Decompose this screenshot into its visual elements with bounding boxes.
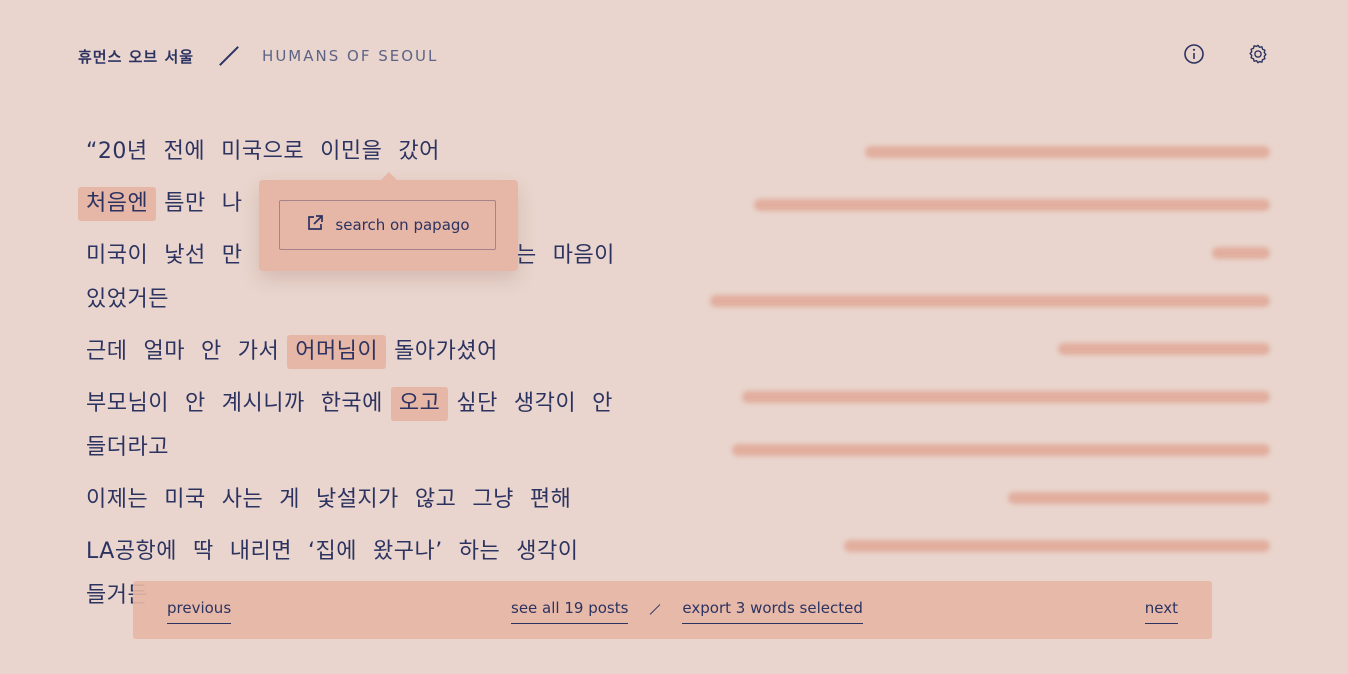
word[interactable]: 전에	[156, 135, 213, 169]
word[interactable]: 사는	[214, 483, 271, 517]
word[interactable]: 얼마	[135, 335, 192, 369]
word[interactable]: 왔구나’	[365, 535, 451, 569]
blurred-line	[690, 279, 1270, 323]
story-line: 근데 얼마 안 가서 어머님이 돌아가셨어	[78, 330, 634, 374]
story-line: 부모님이 안 계시니까 한국에 오고 싶단 생각이 안들더라고	[78, 382, 634, 470]
next-link[interactable]: next	[1144, 599, 1178, 624]
word[interactable]: 계시니까	[214, 387, 313, 421]
word[interactable]: 안	[193, 335, 230, 369]
brand-korean[interactable]: 휴먼스 오브 서울	[78, 46, 194, 67]
word-popup: search on papago	[259, 172, 518, 271]
word[interactable]: 미국으로	[213, 135, 312, 169]
word[interactable]: 들더라고	[78, 431, 177, 465]
previous-link[interactable]: previous	[167, 599, 232, 624]
word[interactable]: 내리면	[222, 535, 300, 569]
word[interactable]: 근데	[78, 335, 135, 369]
word[interactable]: 미국이	[78, 239, 156, 273]
divider	[219, 46, 239, 66]
word[interactable]: 딱	[185, 535, 222, 569]
word-selected[interactable]: 오고	[390, 387, 449, 421]
blurred-line	[690, 130, 1270, 174]
word-selected[interactable]: 어머님이	[287, 335, 387, 369]
info-icon[interactable]	[1182, 42, 1206, 66]
bottom-navigation: previous see all 19 posts export 3 words…	[133, 581, 1212, 639]
blurred-line	[690, 183, 1270, 227]
word[interactable]: 가서	[230, 335, 287, 369]
word[interactable]: 이제는	[78, 483, 156, 517]
word[interactable]: “20년	[78, 135, 156, 169]
word[interactable]: 않고	[407, 483, 464, 517]
word[interactable]: 낯설지가	[308, 483, 407, 517]
search-papago-button[interactable]: search on papago	[279, 200, 496, 250]
word[interactable]: 그냥	[464, 483, 521, 517]
page-header: 휴먼스 오브 서울 HUMANS OF SEOUL	[78, 42, 1270, 70]
blurred-line	[690, 428, 1270, 472]
word[interactable]: 나	[214, 187, 251, 221]
word[interactable]: ‘집에	[300, 535, 365, 569]
blurred-line	[690, 375, 1270, 419]
see-all-posts-link[interactable]: see all 19 posts	[511, 599, 629, 624]
word[interactable]: 이민을	[312, 135, 390, 169]
search-papago-label: search on papago	[335, 216, 470, 234]
word[interactable]: 생각이	[506, 387, 584, 421]
export-selected-link[interactable]: export 3 words selected	[682, 599, 863, 624]
word[interactable]: 미국	[156, 483, 213, 517]
word[interactable]: 부모님이	[78, 387, 177, 421]
word[interactable]: 마음이	[545, 239, 623, 273]
word-selected[interactable]: 처음엔	[78, 187, 157, 221]
word[interactable]: 만	[214, 239, 251, 273]
word[interactable]: 안	[584, 387, 621, 421]
word[interactable]: 게	[271, 483, 308, 517]
word[interactable]: 틈만	[156, 187, 213, 221]
word[interactable]: 안	[177, 387, 214, 421]
blurred-line	[690, 481, 1270, 515]
word[interactable]: 하는	[451, 535, 508, 569]
brand-english[interactable]: HUMANS OF SEOUL	[262, 47, 438, 65]
word[interactable]: LA공항에	[78, 535, 185, 569]
word[interactable]: 편해	[522, 483, 579, 517]
word[interactable]: 있었거든	[78, 283, 177, 317]
external-link-icon	[305, 213, 325, 237]
story-line: “20년 전에 미국으로 이민을 갔어	[78, 130, 634, 174]
word[interactable]: 낯선	[156, 239, 213, 273]
blurred-line	[690, 332, 1270, 366]
story-line: 이제는 미국 사는 게 낯설지가 않고 그냥 편해	[78, 478, 634, 522]
word[interactable]: 돌아가셨어	[386, 335, 506, 369]
blurred-translation	[690, 130, 1270, 577]
divider	[650, 604, 661, 615]
blurred-line	[690, 236, 1270, 270]
blurred-line	[690, 524, 1270, 568]
word[interactable]: 한국에	[313, 387, 391, 421]
word[interactable]: 싶단	[448, 387, 505, 421]
word[interactable]: 생각이	[508, 535, 586, 569]
word[interactable]: 갔어	[390, 135, 447, 169]
gear-icon[interactable]	[1246, 42, 1270, 66]
